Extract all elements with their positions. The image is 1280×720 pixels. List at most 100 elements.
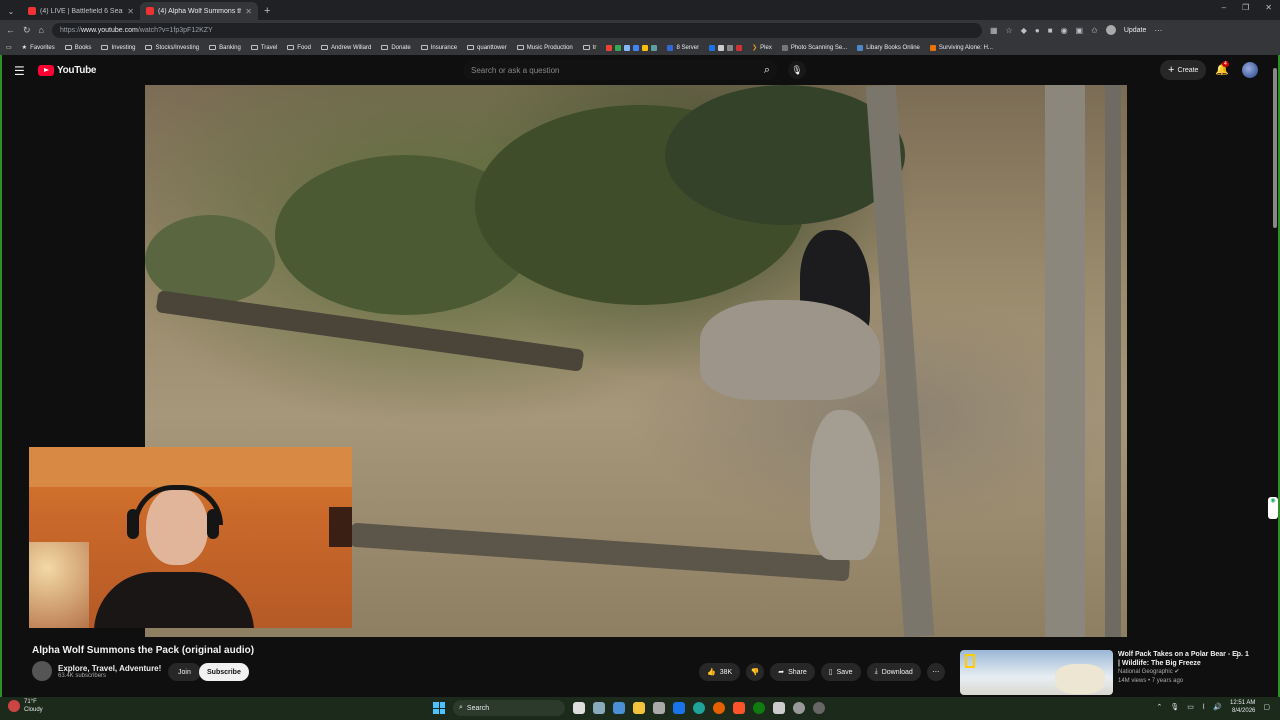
app-icon — [651, 44, 658, 51]
more-actions-button[interactable]: ⋯ — [926, 663, 945, 681]
save-button[interactable]: ▯ Save — [820, 663, 861, 681]
url-bar[interactable]: https://www.youtube.com/watch?v=1fp3pF12… — [51, 22, 982, 38]
tab-search-icon[interactable]: ⌄ — [0, 2, 22, 20]
system-tray: ⌃ 🎙 ▭ ⌇ 🔊 12:51 AM 8/4/2026 ▢ — [1156, 699, 1270, 715]
extension-icon[interactable]: ▣ — [1076, 26, 1084, 35]
xbox-icon[interactable] — [753, 702, 765, 714]
file-explorer-icon[interactable] — [633, 702, 645, 714]
bookmark-folder[interactable]: Music Production — [516, 45, 573, 51]
close-window-icon[interactable]: ✕ — [1265, 3, 1272, 12]
like-button[interactable]: 👍 38K — [699, 663, 741, 681]
volume-icon[interactable]: 🔊 — [1213, 703, 1222, 711]
reading-list-icon[interactable]: ▭ — [6, 44, 12, 51]
bookmark-folder[interactable]: quanttower — [467, 45, 507, 51]
bookmark-plex[interactable]: ❯ Plex — [752, 44, 772, 52]
windows-start-icon[interactable] — [433, 702, 445, 714]
recommended-menu-icon[interactable]: ⋮ — [1232, 650, 1242, 661]
side-widget-icon[interactable]: ◉ — [1268, 497, 1278, 519]
share-button[interactable]: ➦ Share — [770, 663, 815, 681]
channel-name[interactable]: Explore, Travel, Adventure! — [58, 664, 161, 673]
search-icon[interactable]: ⌕ — [764, 64, 770, 77]
youtube-logo[interactable]: YouTube — [38, 65, 97, 76]
display-icon[interactable]: ▭ — [1187, 703, 1194, 711]
maximize-icon[interactable]: ❐ — [1242, 3, 1249, 12]
tab-alpha-wolf[interactable]: (4) Alpha Wolf Summons the Pack ✕ — [140, 2, 258, 20]
hamburger-menu-icon[interactable]: ☰ — [14, 64, 25, 78]
close-tab-icon[interactable]: ✕ — [245, 7, 252, 16]
extension-icon[interactable]: ◉ — [1061, 26, 1068, 35]
bookmark-folder[interactable]: Banking — [209, 45, 241, 51]
scrollbar-thumb[interactable] — [1273, 68, 1277, 228]
recommended-video[interactable]: Wolf Pack Takes on a Polar Bear - Ep. 1 … — [960, 650, 1250, 695]
profile-avatar[interactable] — [1105, 25, 1116, 35]
close-tab-icon[interactable]: ✕ — [127, 7, 134, 16]
subscribe-button[interactable]: Subscribe — [199, 663, 249, 681]
app-icon[interactable] — [813, 702, 825, 714]
edge-icon[interactable] — [693, 702, 705, 714]
dislike-button[interactable]: 👎 — [746, 663, 765, 681]
bookmark-folder[interactable]: Stocks/Investing — [145, 45, 199, 51]
bookmark-folder[interactable]: Investing — [101, 45, 135, 51]
recommended-title[interactable]: Wolf Pack Takes on a Polar Bear - Ep. 1 … — [1118, 650, 1250, 668]
extension-icon[interactable]: ■ — [1048, 26, 1053, 35]
apps-icon[interactable]: ▦ — [990, 26, 998, 35]
bookmark-library-books[interactable]: Libary Books Online — [857, 44, 920, 51]
extension-icon[interactable]: ● — [1035, 26, 1040, 35]
bookmark-photo-scanning[interactable]: Photo Scanning Se... — [781, 44, 847, 51]
clock[interactable]: 12:51 AM 8/4/2026 — [1230, 699, 1255, 715]
more-menu-icon[interactable]: ⋯ — [1154, 26, 1162, 35]
minimize-icon[interactable]: – — [1222, 3, 1226, 12]
network-icon[interactable]: ⌇ — [1202, 703, 1205, 711]
taskbar-search[interactable]: ⌕ Search — [453, 700, 565, 716]
channel-avatar[interactable] — [32, 661, 52, 681]
tab-battlefield[interactable]: (4) LIVE | Battlefield 6 Season ... ✕ — [22, 2, 140, 20]
update-button[interactable]: Update — [1124, 27, 1147, 34]
download-button[interactable]: ⤓ Download — [866, 663, 921, 681]
bookmark-icons-group[interactable] — [606, 44, 658, 51]
app-icon[interactable] — [673, 702, 685, 714]
bookmark-folder[interactable]: Food — [287, 45, 311, 51]
task-view-icon[interactable] — [573, 702, 585, 714]
new-tab-button[interactable]: + — [258, 2, 276, 20]
plex-icon: ❯ — [752, 45, 758, 51]
app-icon[interactable] — [773, 702, 785, 714]
bookmark-folder[interactable]: Travel — [250, 45, 277, 51]
bookmark-8-server[interactable]: 8 Server — [667, 44, 699, 51]
calculator-icon[interactable] — [653, 702, 665, 714]
create-button[interactable]: + Create — [1160, 60, 1207, 80]
reload-icon[interactable]: ↻ — [23, 25, 31, 36]
notifications-icon[interactable]: ▢ — [1263, 703, 1270, 711]
page-scrollbar[interactable] — [1272, 58, 1278, 698]
recommended-channel: National Geographic ✔ — [1118, 669, 1180, 675]
bookmark-surviving-alone[interactable]: Surviving Alone: H... — [929, 44, 993, 51]
account-avatar[interactable] — [1242, 62, 1258, 78]
bookmark-folder[interactable]: Books — [64, 45, 91, 51]
bookmark-icons-group[interactable] — [709, 44, 743, 51]
search-input[interactable]: Search or ask a question — [471, 66, 764, 75]
search-box[interactable]: Search or ask a question ⌕ — [463, 60, 778, 80]
star-icon[interactable]: ☆ — [1006, 26, 1013, 35]
channel-info[interactable]: Explore, Travel, Adventure! 63.4K subscr… — [32, 661, 161, 681]
firefox-icon[interactable] — [713, 702, 725, 714]
bookmark-folder[interactable]: tr — [582, 45, 596, 51]
bookmark-folder[interactable]: Andrew Willard — [320, 45, 371, 51]
brave-icon[interactable] — [733, 702, 745, 714]
settings-icon[interactable] — [593, 702, 605, 714]
chevron-up-icon[interactable]: ⌃ — [1156, 703, 1162, 711]
microphone-icon[interactable]: 🎙 — [788, 61, 806, 79]
app-icon[interactable] — [793, 702, 805, 714]
bookmark-favorites[interactable]: ★ Favorites — [22, 44, 55, 52]
weather-widget[interactable]: 71°F Cloudy — [8, 698, 43, 714]
video-thumbnail[interactable] — [960, 650, 1113, 695]
bookmark-folder[interactable]: Donate — [381, 45, 411, 51]
home-icon[interactable]: ⌂ — [39, 25, 44, 35]
microphone-icon[interactable]: 🎙 — [1170, 703, 1179, 711]
extension-icon[interactable]: ◆ — [1021, 26, 1027, 35]
tree-trunk-image — [1105, 85, 1121, 637]
app-icon[interactable] — [613, 702, 625, 714]
bookmarks-bar: ▭ ★ Favorites Books Investing Stocks/Inve… — [0, 40, 1280, 55]
back-icon[interactable]: ← — [6, 25, 15, 35]
bookmark-folder[interactable]: Insurance — [420, 45, 457, 51]
join-button[interactable]: Join — [168, 663, 201, 681]
favorites-icon[interactable]: ✩ — [1091, 26, 1098, 35]
